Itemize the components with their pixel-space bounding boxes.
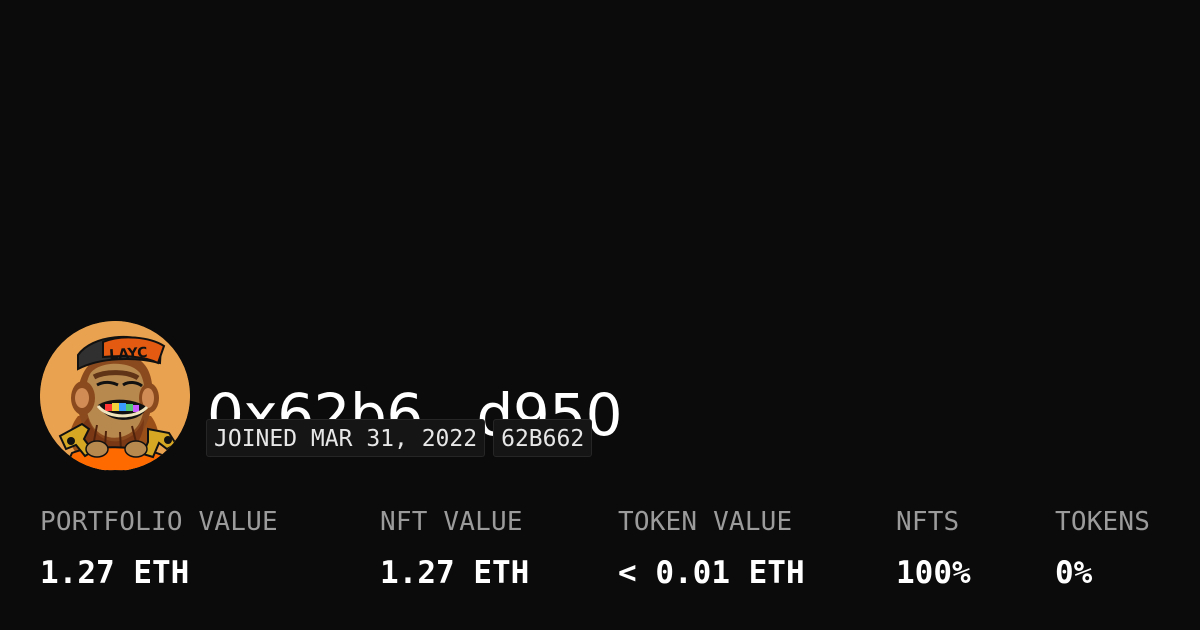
token-value-stat: TOKEN VALUE < 0.01 ETH	[618, 505, 805, 592]
tokens-share-value: 0%	[1055, 555, 1093, 591]
svg-text:LAYC: LAYC	[109, 345, 148, 364]
token-value: < 0.01 ETH	[618, 555, 805, 591]
nfts-share-label: NFTS	[896, 507, 960, 537]
portfolio-stats: PORTFOLIO VALUE 1.27 ETH NFT VALUE 1.27 …	[40, 505, 1160, 595]
portfolio-value-label: PORTFOLIO VALUE	[40, 507, 278, 537]
token-value-label: TOKEN VALUE	[618, 507, 793, 537]
profile-badges: JOINED MAR 31, 2022 62B662	[206, 419, 593, 457]
portfolio-value: 1.27 ETH	[40, 555, 190, 591]
nfts-share-stat: NFTS 100%	[896, 505, 971, 592]
nft-value-label: NFT VALUE	[380, 507, 523, 537]
tokens-share-stat: TOKENS 0%	[1055, 505, 1150, 592]
tokens-share-label: TOKENS	[1055, 507, 1151, 537]
joined-date-badge: JOINED MAR 31, 2022	[206, 419, 486, 457]
portfolio-value-stat: PORTFOLIO VALUE 1.27 ETH	[40, 505, 278, 592]
nft-value: 1.27 ETH	[380, 555, 530, 591]
wallet-profile-card: LAYC 0x62b6...d950 JOINED MAR 31, 2022 6…	[0, 0, 1200, 630]
short-id-badge: 62B662	[493, 419, 593, 457]
ape-avatar-icon: LAYC	[40, 321, 190, 471]
nft-value-stat: NFT VALUE 1.27 ETH	[380, 505, 529, 592]
nfts-share-value: 100%	[896, 555, 971, 591]
